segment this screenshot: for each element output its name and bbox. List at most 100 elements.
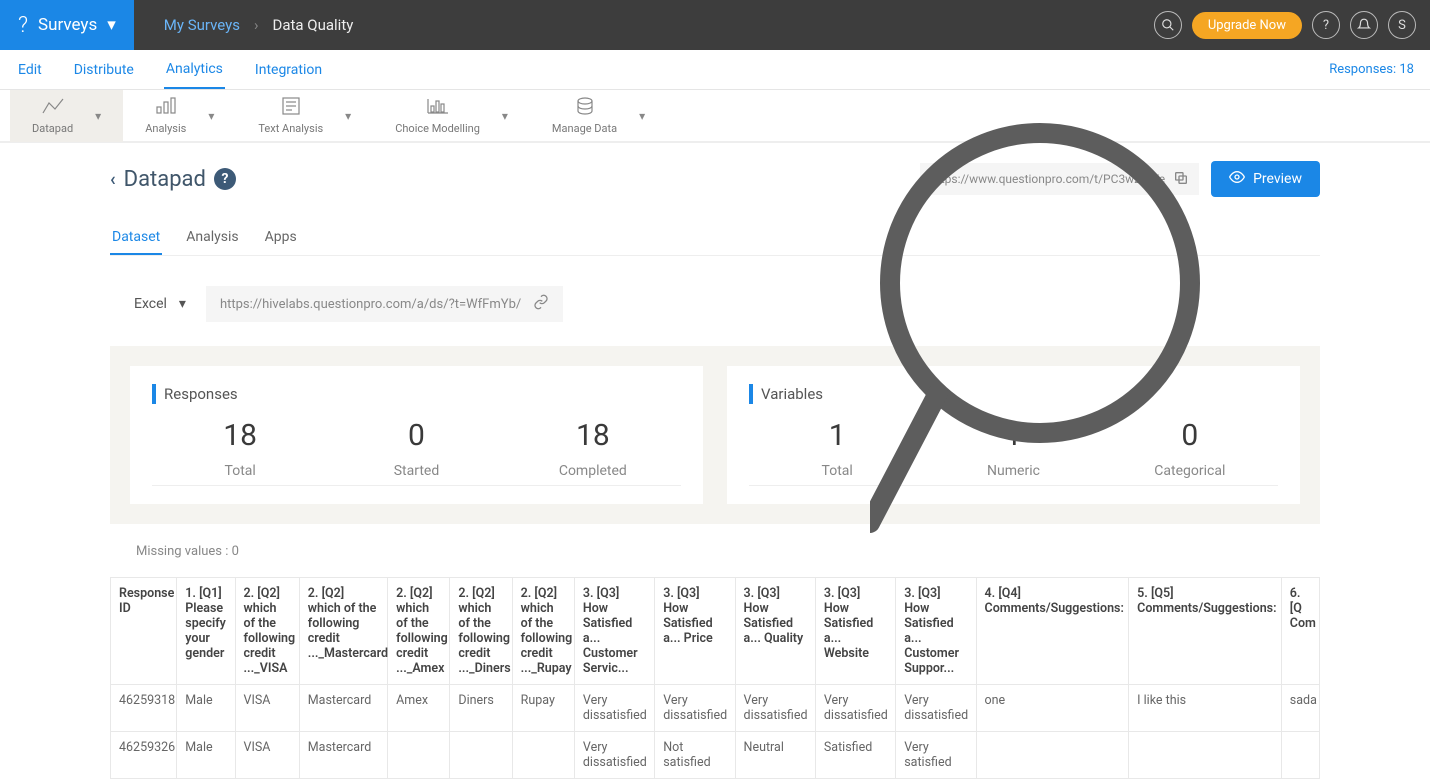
table-cell: VISA [235, 732, 299, 779]
table-body: 46259318MaleVISAMastercardAmexDinersRupa… [111, 685, 1320, 779]
export-url-bar: https://hivelabs.questionpro.com/a/ds/?t… [206, 286, 563, 322]
table-cell [512, 732, 574, 779]
variables-total: 1 Total [749, 418, 925, 486]
top-right: Upgrade Now ? S [1154, 11, 1430, 39]
variables-panel: Variables 1 Total 1 Numeric 0 Categorica… [727, 366, 1300, 504]
sub-nav: Edit Distribute Analytics Integration Re… [0, 50, 1430, 90]
chevron-left-icon[interactable]: ‹ [110, 169, 116, 190]
link-icon[interactable] [533, 294, 549, 314]
table-cell [1129, 732, 1282, 779]
page-head: ‹ Datapad ? https://www.questionpro.com/… [110, 161, 1320, 197]
breadcrumb-parent[interactable]: My Surveys [164, 16, 240, 34]
table-header-cell[interactable]: 3. [Q3] How Satisfied a... Customer Serv… [574, 578, 654, 685]
table-header-row: Response ID1. [Q1] Please specify your g… [111, 578, 1320, 685]
variables-title: Variables [761, 385, 823, 403]
subnav-distribute[interactable]: Distribute [72, 52, 136, 88]
datapad-icon [41, 97, 65, 120]
table-header-cell[interactable]: 3. [Q3] How Satisfied a... Price [655, 578, 735, 685]
main-tabs: Dataset Analysis Apps [110, 221, 1320, 256]
responses-title: Responses [164, 385, 238, 403]
data-table: Response ID1. [Q1] Please specify your g… [110, 577, 1320, 779]
table-row[interactable]: 46259326MaleVISAMastercardVery dissatisf… [111, 732, 1320, 779]
help-icon[interactable]: ? [214, 168, 236, 190]
subnav-integration[interactable]: Integration [253, 52, 324, 88]
export-row: Excel ▾ https://hivelabs.questionpro.com… [134, 286, 1320, 322]
table-cell: sada [1281, 685, 1319, 732]
table-cell: Very dissatisfied [574, 685, 654, 732]
missing-values: Missing values : 0 [136, 544, 1320, 559]
page-title: ‹ Datapad ? [110, 167, 236, 192]
table-header-cell[interactable]: 5. [Q5] Comments/Suggestions: [1129, 578, 1282, 685]
tool-text-analysis[interactable]: Text Analysis ▾ [236, 90, 373, 142]
export-format-select[interactable]: Excel ▾ [134, 296, 186, 312]
table-header-cell[interactable]: 2. [Q2] which of the following credit ..… [299, 578, 387, 685]
table-cell: Satisfied [815, 732, 895, 779]
tab-dataset[interactable]: Dataset [110, 221, 162, 255]
analysis-icon [154, 97, 178, 120]
page-title-text: Datapad [124, 167, 206, 192]
export-format-label: Excel [134, 296, 167, 312]
tool-manage-data[interactable]: Manage Data ▾ [530, 90, 667, 142]
variables-categorical: 0 Categorical [1102, 418, 1278, 486]
tab-analysis[interactable]: Analysis [184, 221, 240, 255]
table-cell: Rupay [512, 685, 574, 732]
table-header-cell[interactable]: 2. [Q2] which of the following credit ..… [450, 578, 512, 685]
table-header-cell[interactable]: 4. [Q4] Comments/Suggestions: [976, 578, 1129, 685]
choice-modelling-icon [426, 97, 450, 120]
table-cell: Male [177, 685, 235, 732]
chevron-down-icon: ▾ [107, 15, 116, 35]
table-header-cell[interactable]: Response ID [111, 578, 177, 685]
table-cell: Not satisfied [655, 732, 735, 779]
bell-icon[interactable] [1350, 11, 1378, 39]
breadcrumb-current: Data Quality [272, 16, 353, 34]
table-cell: Very dissatisfied [815, 685, 895, 732]
table-cell: Very dissatisfied [574, 732, 654, 779]
brand-label: Surveys [38, 15, 97, 35]
table-header-cell[interactable]: 1. [Q1] Please specify your gender [177, 578, 235, 685]
preview-button[interactable]: Preview [1211, 161, 1320, 197]
breadcrumb: My Surveys › Data Quality [164, 16, 354, 34]
table-header-cell[interactable]: 3. [Q3] How Satisfied a... Quality [735, 578, 815, 685]
table-cell [450, 732, 512, 779]
table-cell [976, 732, 1129, 779]
export-url-text: https://hivelabs.questionpro.com/a/ds/?t… [220, 297, 521, 312]
tool-datapad[interactable]: Datapad ▾ [10, 90, 123, 142]
eye-icon [1229, 169, 1245, 189]
table-cell: 46259326 [111, 732, 177, 779]
table-header-cell[interactable]: 3. [Q3] How Satisfied a... Customer Supp… [896, 578, 976, 685]
subnav-analytics[interactable]: Analytics [164, 51, 225, 89]
copy-icon[interactable] [1173, 170, 1189, 189]
table-header-cell[interactable]: 2. [Q2] which of the following credit ..… [235, 578, 299, 685]
table-cell: Male [177, 732, 235, 779]
tab-apps[interactable]: Apps [263, 221, 299, 255]
responses-panel: Responses 18 Total 0 Started 18 Complete… [130, 366, 703, 504]
table-header-cell[interactable]: 2. [Q2] which of the following credit ..… [388, 578, 450, 685]
table-cell: Very dissatisfied [896, 685, 976, 732]
table-header-cell[interactable]: 6. [Q Com [1281, 578, 1319, 685]
search-icon[interactable] [1154, 11, 1182, 39]
table-cell: Very dissatisfied [655, 685, 735, 732]
analytics-toolbar: Datapad ▾ Analysis ▾ Text Analysis ▾ Cho… [0, 90, 1430, 142]
variables-numeric: 1 Numeric [925, 418, 1101, 486]
tool-choice-modelling[interactable]: Choice Modelling ▾ [373, 90, 530, 142]
table-cell: one [976, 685, 1129, 732]
chevron-down-icon: ▾ [639, 109, 645, 123]
brand-dropdown[interactable]: ? Surveys ▾ [0, 0, 134, 50]
help-icon[interactable]: ? [1312, 11, 1340, 39]
table-cell [1281, 732, 1319, 779]
upgrade-button[interactable]: Upgrade Now [1192, 12, 1302, 39]
table-cell: Neutral [735, 732, 815, 779]
chevron-down-icon: ▾ [502, 109, 508, 123]
table-header-cell[interactable]: 3. [Q3] How Satisfied a... Website [815, 578, 895, 685]
table-cell: Mastercard [299, 685, 387, 732]
responses-started: 0 Started [328, 418, 504, 486]
share-url-bar: https://www.questionpro.com/t/PC3wZRIYe [920, 163, 1199, 195]
table-row[interactable]: 46259318MaleVISAMastercardAmexDinersRupa… [111, 685, 1320, 732]
table-cell: Diners [450, 685, 512, 732]
subnav-edit[interactable]: Edit [16, 52, 44, 88]
table-cell [388, 732, 450, 779]
responses-count: Responses: 18 [1329, 62, 1414, 77]
avatar[interactable]: S [1388, 11, 1416, 39]
table-header-cell[interactable]: 2. [Q2] which of the following credit ..… [512, 578, 574, 685]
tool-analysis[interactable]: Analysis ▾ [123, 90, 236, 142]
